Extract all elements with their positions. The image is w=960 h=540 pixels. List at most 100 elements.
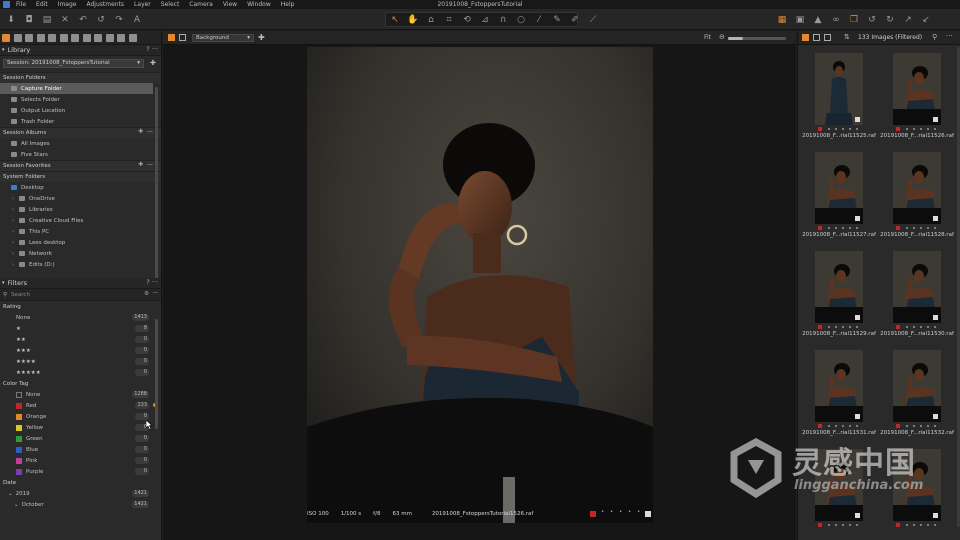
date-filter-row[interactable]: ⌄ 2019 1421 <box>0 488 161 499</box>
thumbnail-image[interactable] <box>893 53 941 125</box>
menu-window[interactable]: Window <box>247 0 271 9</box>
rating-dot[interactable] <box>905 227 908 229</box>
rating-dot[interactable] <box>848 227 851 229</box>
rating-dot[interactable] <box>933 524 936 526</box>
rotate-left-icon[interactable]: ↺ <box>865 13 879 26</box>
session-folder-output-location[interactable]: Output Location <box>0 105 161 116</box>
color-tag-indicator[interactable] <box>896 523 900 527</box>
rating-dot[interactable] <box>905 524 908 526</box>
zoom-slider-fill[interactable] <box>728 37 743 40</box>
color-tag-indicator[interactable] <box>818 325 822 329</box>
color-tag-indicator[interactable] <box>896 325 900 329</box>
color-tag-indicator[interactable] <box>896 127 900 131</box>
expand-arrow-icon[interactable]: › <box>12 229 14 235</box>
filter-search-field[interactable]: ⚲ Search ⚙ — <box>0 289 161 301</box>
thumbnail-image[interactable] <box>815 350 863 422</box>
expand-arrow-icon[interactable]: › <box>12 251 14 257</box>
rating-dot[interactable] <box>855 227 858 229</box>
detail-tab-icon[interactable] <box>59 33 68 42</box>
pan-icon[interactable]: ✋ <box>406 13 420 26</box>
library-header[interactable]: ▾ Library ? ··· <box>0 45 161 56</box>
rating-dot[interactable] <box>905 425 908 427</box>
rating-dot[interactable] <box>919 326 922 328</box>
thumbnail-item[interactable]: 20191008_F...rial11525.raf <box>800 53 878 139</box>
thumbnail-item[interactable]: 20191008_F...rial11526.raf <box>878 53 956 139</box>
color-tab-icon[interactable] <box>36 33 45 42</box>
expand-arrow-icon[interactable]: › <box>12 262 14 268</box>
color-tag-filter-green[interactable]: Green 0 <box>0 433 161 444</box>
more-icon[interactable]: ··· <box>152 45 158 53</box>
pointer-icon[interactable]: ↖ <box>388 13 402 26</box>
menu-file[interactable]: File <box>16 0 26 9</box>
apply-icon[interactable]: ↗ <box>901 13 915 26</box>
rating-dot[interactable] <box>841 227 844 229</box>
rating-dot[interactable] <box>855 425 858 427</box>
color-tag-indicator[interactable] <box>818 226 822 230</box>
menu-layer[interactable]: Layer <box>134 0 151 9</box>
collapse-chevron-icon[interactable]: ▾ <box>2 280 5 286</box>
rating-dot[interactable] <box>834 128 837 130</box>
rating-dot[interactable] <box>919 524 922 526</box>
redo-left-icon[interactable]: ↺ <box>94 13 108 26</box>
metadata-tab-icon[interactable] <box>82 33 91 42</box>
rating-dot[interactable] <box>855 128 858 130</box>
circle-icon[interactable]: ○ <box>514 13 528 26</box>
batch-tab-icon[interactable] <box>105 33 114 42</box>
rating-dot[interactable] <box>855 524 858 526</box>
grid-view-icon[interactable] <box>802 34 809 41</box>
color-tag-indicator[interactable] <box>590 511 596 517</box>
grid-on-icon[interactable]: ▦ <box>775 13 789 26</box>
gradient-icon[interactable]: ⟋ <box>586 13 600 26</box>
rating-filter-row[interactable]: ★★★★ 0 <box>0 356 161 367</box>
rating-dot[interactable] <box>827 227 830 229</box>
system-folder-network[interactable]: › Network <box>0 248 161 259</box>
menu-camera[interactable]: Camera <box>189 0 213 9</box>
system-folder-onedrive[interactable]: › OneDrive <box>0 193 161 204</box>
menu-edit[interactable]: Edit <box>36 0 48 9</box>
redo-icon[interactable]: ↷ <box>112 13 126 26</box>
date-filter-row[interactable]: ⌄ October 1421 <box>0 499 161 510</box>
warning-icon[interactable]: ▲ <box>811 13 825 26</box>
background-dropdown[interactable]: Background ▾ <box>192 34 254 42</box>
thumbnail-item[interactable]: 20191008_F...rial11531.raf <box>800 350 878 436</box>
color-tag-indicator[interactable] <box>818 127 822 131</box>
color-tag-indicator[interactable] <box>818 424 822 428</box>
add-album-icon[interactable]: ✚ — <box>138 128 153 135</box>
rating-dot[interactable] <box>827 326 830 328</box>
date-filter-header[interactable]: Date <box>0 477 161 488</box>
lasso-icon[interactable]: ∩ <box>496 13 510 26</box>
search-options-icon[interactable]: ⚙ <box>144 291 149 297</box>
rating-dot[interactable] <box>912 326 915 328</box>
rating-dots[interactable]: • • • • • <box>601 509 642 515</box>
session-albums-header[interactable]: Session Albums ✚ — <box>0 127 161 138</box>
thumbnail-image[interactable] <box>815 251 863 323</box>
session-folder-selects-folder[interactable]: Selects Folder <box>0 94 161 105</box>
expand-arrow-icon[interactable]: › <box>12 240 14 246</box>
color-tag-filter-purple[interactable]: Purple 0 <box>0 466 161 477</box>
library-scrollbar[interactable] <box>155 87 158 299</box>
more-icon[interactable]: ··· <box>152 278 158 286</box>
session-folders-header[interactable]: Session Folders <box>0 72 161 83</box>
session-favorites-header[interactable]: Session Favorites ✚ — <box>0 160 161 171</box>
settings-tab-icon[interactable] <box>128 33 137 42</box>
expand-arrow-icon[interactable]: ⌄ <box>8 491 13 497</box>
crop-icon[interactable]: ⌗ <box>442 13 456 26</box>
library-header-actions[interactable]: ? ··· <box>146 45 158 53</box>
rating-dot[interactable] <box>827 128 830 130</box>
sort-icon[interactable]: ⇅ <box>844 33 850 41</box>
reset-icon[interactable]: ↙ <box>919 13 933 26</box>
color-tag-filter-header[interactable]: Color Tag <box>0 378 161 389</box>
color-tag-indicator[interactable] <box>896 226 900 230</box>
glasses-icon[interactable]: ∞ <box>829 13 843 26</box>
thumbnail-image[interactable] <box>893 251 941 323</box>
rating-dot[interactable] <box>848 326 851 328</box>
library-tab-icon[interactable] <box>2 33 10 42</box>
single-view-icon[interactable] <box>179 34 186 41</box>
rating-dot[interactable] <box>841 425 844 427</box>
menu-adjustments[interactable]: Adjustments <box>86 0 124 9</box>
import-icon[interactable]: ⬇ <box>4 13 18 26</box>
capture-tab-icon[interactable] <box>13 33 22 42</box>
multi-view-icon[interactable] <box>168 34 175 41</box>
rating-dot[interactable] <box>841 128 844 130</box>
rating-dot[interactable] <box>933 425 936 427</box>
